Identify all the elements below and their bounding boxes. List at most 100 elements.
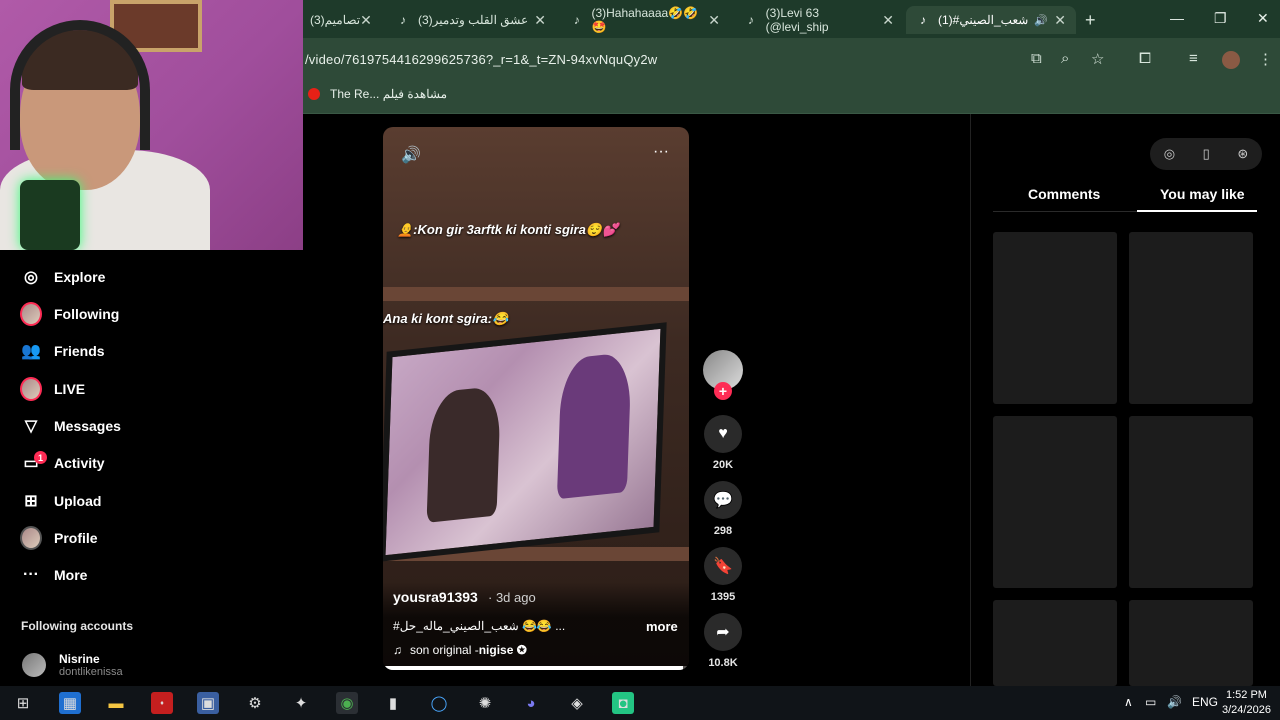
- browser-tab-active[interactable]: ♪ (1)#شعب_الصيني 🔊 ✕: [906, 6, 1076, 34]
- profile-avatar-icon[interactable]: ⊛: [1237, 146, 1248, 162]
- activity-badge: 1: [34, 451, 47, 464]
- heart-icon[interactable]: ♥: [704, 415, 742, 453]
- recommended-video-card[interactable]: [993, 600, 1117, 686]
- video-time-ago: · 3d ago: [488, 590, 536, 605]
- network-icon[interactable]: ▭: [1145, 695, 1156, 709]
- video-caption: Ana ki kont sgira:😂: [383, 311, 509, 326]
- tiktok-icon: ♪: [573, 13, 580, 27]
- sidebar-item-following[interactable]: Following: [20, 302, 120, 326]
- video-author[interactable]: yousra91393: [393, 589, 478, 605]
- restore-icon[interactable]: ❐: [1214, 10, 1227, 27]
- sidebar-item-profile[interactable]: Profile: [20, 526, 98, 550]
- more-options-icon[interactable]: ···: [653, 143, 669, 161]
- bookmark-item[interactable]: The Re... مشاهدة فيلم: [308, 87, 447, 101]
- profile-avatar-icon[interactable]: [1222, 51, 1240, 69]
- compass-icon: ◎: [24, 269, 38, 286]
- progress-fill: [383, 666, 683, 670]
- recommended-video-card[interactable]: [1129, 600, 1253, 686]
- chrome-icon[interactable]: ◉: [336, 692, 358, 714]
- sidebar-item-live[interactable]: LIVE: [20, 377, 85, 401]
- file-explorer-icon[interactable]: ▬: [105, 692, 127, 714]
- store-icon[interactable]: ▦: [59, 692, 81, 714]
- notepad-icon[interactable]: ▮: [382, 692, 404, 714]
- language-indicator[interactable]: ENG: [1192, 695, 1218, 709]
- compass-icon[interactable]: ◎: [1164, 146, 1175, 162]
- app-icon[interactable]: ▣: [197, 692, 219, 714]
- browser-tab[interactable]: (3)تصاميم ✕: [300, 6, 380, 34]
- sidebar-item-explore[interactable]: ◎ Explore: [20, 266, 105, 288]
- minimize-icon[interactable]: —: [1170, 10, 1184, 26]
- follow-plus-icon[interactable]: +: [714, 382, 732, 400]
- more-icon: ···: [23, 566, 39, 583]
- share-icon[interactable]: ➦: [704, 613, 742, 651]
- video-player[interactable]: 🧑‍🦲:Kon gir 3arftk ki konti sgira😌💕 Ana …: [383, 127, 689, 670]
- save-action[interactable]: 🔖 1395: [704, 547, 742, 603]
- app-icon[interactable]: ◈: [566, 692, 588, 714]
- mobile-icon[interactable]: ▯: [1203, 146, 1210, 162]
- browser-tab[interactable]: ♪ (3)Levi 63 (@levi_ship ✕: [734, 6, 904, 34]
- sidebar-item-more[interactable]: ··· More: [20, 564, 87, 586]
- bookmark-icon[interactable]: 🔖: [704, 547, 742, 585]
- cortana-icon[interactable]: ◯: [428, 692, 450, 714]
- recommended-video-card[interactable]: [993, 232, 1117, 404]
- recommended-video-card[interactable]: [1129, 416, 1253, 588]
- star-icon[interactable]: ☆: [1091, 50, 1104, 68]
- tab-label: (1)#شعب_الصيني: [938, 13, 1029, 27]
- close-icon[interactable]: ✕: [882, 12, 894, 29]
- music-note-icon: ♫: [393, 643, 402, 657]
- windows-start-icon[interactable]: ⊞: [12, 692, 34, 714]
- menu-kebab-icon[interactable]: ⋮: [1258, 50, 1273, 68]
- account-name: Nisrine: [59, 652, 100, 666]
- bookmark-label: The Re... مشاهدة فيلم: [330, 87, 448, 101]
- browser-tab[interactable]: ♪ (3)Hahahaaaa🤣🤣🤩 ✕: [560, 6, 730, 34]
- volume-icon[interactable]: 🔊: [401, 145, 421, 165]
- avatar: [22, 653, 46, 677]
- live-icon: [20, 377, 42, 401]
- close-icon[interactable]: ✕: [360, 12, 372, 29]
- comment-action[interactable]: 💬 298: [704, 481, 742, 537]
- sidebar-item-activity[interactable]: ▭ Activity: [20, 452, 104, 474]
- tab-label: (3)عشق القلب وتدمير: [418, 13, 529, 27]
- video-progress-bar[interactable]: [383, 666, 689, 670]
- recommended-video-card[interactable]: [993, 416, 1117, 588]
- extensions-icon[interactable]: ⧠: [1139, 50, 1151, 67]
- tab-you-may-like[interactable]: You may like: [1160, 186, 1245, 202]
- voice-app-icon[interactable]: ♦: [151, 692, 173, 714]
- close-icon[interactable]: ✕: [708, 12, 720, 29]
- app-icon[interactable]: ◘: [612, 692, 634, 714]
- tab-label: (3)تصاميم: [310, 13, 361, 27]
- close-icon[interactable]: ✕: [534, 12, 546, 29]
- install-app-icon[interactable]: ⧉: [1031, 50, 1042, 67]
- sound-link[interactable]: ♫ son original - nigise ✪: [393, 643, 527, 657]
- url-field[interactable]: /video/7619754416299625736?_r=1&_t=ZN-94…: [305, 52, 657, 67]
- zoom-icon[interactable]: ⌕: [1061, 50, 1069, 67]
- browser-tab[interactable]: ♪ (3)عشق القلب وتدمير ✕: [386, 6, 556, 34]
- share-action[interactable]: ➦ 10.8K: [704, 613, 742, 669]
- like-action[interactable]: ♥ 20K: [704, 415, 742, 471]
- sidebar-item-label: Following: [54, 306, 120, 322]
- close-icon[interactable]: ✕: [1054, 12, 1066, 29]
- comment-icon[interactable]: 💬: [704, 481, 742, 519]
- app-icon[interactable]: ✦: [290, 692, 312, 714]
- more-button[interactable]: more: [646, 619, 678, 634]
- following-accounts-title: Following accounts: [21, 619, 134, 633]
- tab-comments[interactable]: Comments: [1028, 186, 1100, 202]
- following-account[interactable]: Nisrine dontlikenissa: [22, 652, 123, 678]
- discord-icon[interactable]: ◕: [520, 692, 542, 714]
- tab-label: (3)Levi 63 (@levi_ship: [765, 6, 829, 34]
- active-tab-indicator: [1137, 210, 1257, 212]
- media-control-icon[interactable]: ≡: [1189, 50, 1198, 67]
- recommended-video-card[interactable]: [1129, 232, 1253, 404]
- sidebar-item-messages[interactable]: ▽ Messages: [20, 415, 121, 437]
- new-tab-icon[interactable]: +: [1085, 10, 1096, 31]
- clock-date: 3/24/2026: [1222, 704, 1271, 716]
- app-icon[interactable]: ✺: [474, 692, 496, 714]
- close-window-icon[interactable]: ✕: [1257, 10, 1269, 27]
- clock[interactable]: 1:52 PM 3/24/2026: [1222, 688, 1271, 718]
- volume-icon[interactable]: 🔊: [1167, 695, 1182, 709]
- steam-icon[interactable]: ⚙: [244, 692, 266, 714]
- sidebar-item-upload[interactable]: ⊞ Upload: [20, 490, 101, 512]
- sidebar-item-friends[interactable]: 👥 Friends: [20, 340, 105, 362]
- tab-label: (3)Hahahaaaa🤣🤣🤩: [591, 6, 699, 34]
- chevron-up-icon[interactable]: ∧: [1124, 695, 1133, 709]
